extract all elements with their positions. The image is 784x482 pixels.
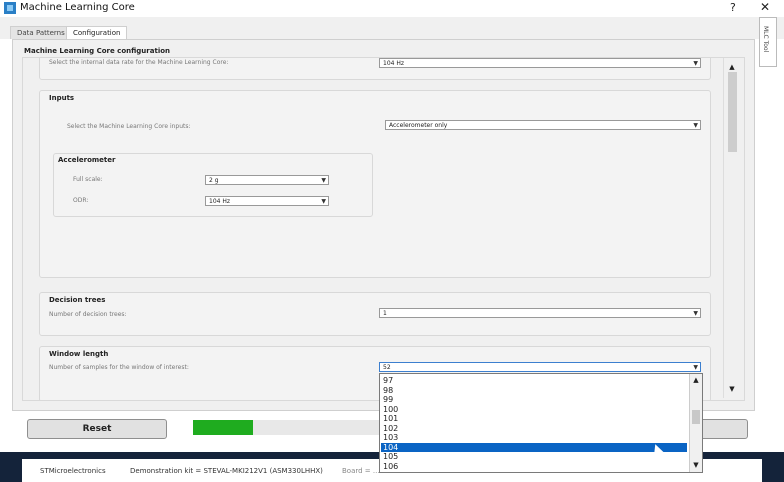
dropdown-option[interactable]: 97 <box>381 376 687 385</box>
full-scale-select[interactable]: 2 g ▼ <box>205 175 329 185</box>
chevron-down-icon: ▼ <box>321 177 326 184</box>
odr-value: 104 Hz <box>209 198 231 205</box>
help-button[interactable]: ? <box>730 1 736 14</box>
reset-button[interactable]: Reset <box>27 419 167 439</box>
chevron-down-icon: ▼ <box>693 122 698 129</box>
chevron-down-icon: ▼ <box>693 364 698 371</box>
scroll-up-icon[interactable]: ▲ <box>690 375 702 385</box>
chevron-down-icon: ▼ <box>693 310 698 317</box>
full-scale-label: Full scale: <box>73 176 103 183</box>
dropdown-scrollbar[interactable]: ▲ ▼ <box>689 374 702 472</box>
dropdown-option[interactable]: 98 <box>381 386 687 395</box>
odr-label: ODR: <box>73 197 89 204</box>
inputs-label: Select the Machine Learning Core inputs: <box>67 123 191 130</box>
data-rate-select[interactable]: 104 Hz ▼ <box>379 58 701 68</box>
footer-company: STMicroelectronics <box>40 467 106 475</box>
side-tab-label: MLC Tool <box>762 26 769 53</box>
scroll-thumb[interactable] <box>728 72 737 152</box>
tab-configuration[interactable]: Configuration <box>66 26 128 39</box>
dropdown-option[interactable]: 106 <box>381 462 687 471</box>
close-icon[interactable]: ✕ <box>760 0 770 14</box>
window-length-title: Window length <box>49 350 109 358</box>
dropdown-option[interactable]: 102 <box>381 424 687 433</box>
config-scroll-area[interactable]: Select the internal data rate for the Ma… <box>22 57 745 401</box>
inputs-title: Inputs <box>49 94 75 102</box>
side-tab-mlc-tool[interactable]: MLC Tool <box>759 17 777 67</box>
decision-trees-label: Number of decision trees: <box>49 311 127 318</box>
window-length-value: 52 <box>383 364 391 371</box>
scroll-down-icon[interactable]: ▼ <box>726 384 738 394</box>
title-bar: Machine Learning Core ? ✕ <box>0 0 784 17</box>
window-length-label: Number of samples for the window of inte… <box>49 364 189 371</box>
chevron-down-icon: ▼ <box>321 198 326 205</box>
decision-trees-title: Decision trees <box>49 296 106 304</box>
odr-select[interactable]: 104 Hz ▼ <box>205 196 329 206</box>
progress-fill <box>193 420 253 435</box>
panel-title: Machine Learning Core configuration <box>24 47 171 55</box>
window-title: Machine Learning Core <box>20 2 135 13</box>
chevron-down-icon: ▼ <box>693 60 698 67</box>
dropdown-option[interactable]: 99 <box>381 395 687 404</box>
window-length-dropdown[interactable]: 97 98 99 100 101 102 103 104 105 106 ▲ ▼ <box>379 373 703 473</box>
tab-data-patterns[interactable]: Data Patterns <box>10 26 72 39</box>
footer-kit: Demonstration kit = STEVAL-MKI212V1 (ASM… <box>130 467 323 475</box>
window-length-select[interactable]: 52 ▼ <box>379 362 701 372</box>
app-icon <box>4 2 16 14</box>
scroll-up-icon[interactable]: ▲ <box>726 62 738 72</box>
inputs-select[interactable]: Accelerometer only ▼ <box>385 120 701 130</box>
dropdown-option[interactable]: 105 <box>381 452 687 461</box>
dropdown-option[interactable]: 103 <box>381 433 687 442</box>
inputs-value: Accelerometer only <box>389 122 448 129</box>
data-rate-label: Select the internal data rate for the Ma… <box>49 59 229 66</box>
data-rate-value: 104 Hz <box>383 60 405 67</box>
full-scale-value: 2 g <box>209 177 219 184</box>
dropdown-option[interactable]: 104 <box>381 442 687 452</box>
main-scrollbar[interactable]: ▲ ▼ <box>723 58 740 398</box>
footer-board: Board = ... <box>342 467 380 475</box>
dropdown-option[interactable]: 100 <box>381 405 687 414</box>
scroll-down-icon[interactable]: ▼ <box>690 460 702 470</box>
decision-trees-select[interactable]: 1 ▼ <box>379 308 701 318</box>
decision-trees-value: 1 <box>383 310 387 317</box>
dropdown-scroll-thumb[interactable] <box>692 410 700 424</box>
progress-bar <box>193 420 379 435</box>
dropdown-option[interactable]: 101 <box>381 414 687 423</box>
accelerometer-title: Accelerometer <box>58 156 116 164</box>
